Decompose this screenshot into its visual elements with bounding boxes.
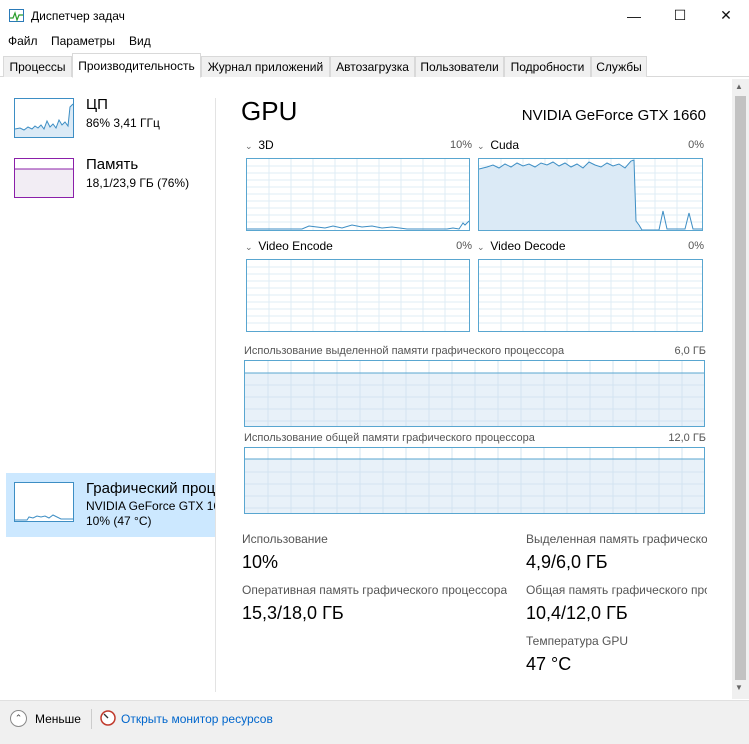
engine-cuda-dropdown[interactable]: ⌄ Cuda xyxy=(477,138,519,152)
engine-decode-dropdown[interactable]: ⌄ Video Decode xyxy=(477,239,566,253)
close-icon: ✕ xyxy=(720,7,732,23)
dedicated-memory-graph xyxy=(244,360,705,427)
graph-grid xyxy=(247,260,469,331)
dedicated-memory-max: 6,0 ГБ xyxy=(674,345,706,357)
scroll-thumb[interactable] xyxy=(735,96,746,680)
gpu-memory-label: Оперативная память графического процессо… xyxy=(242,583,508,597)
menu-file[interactable]: Файл xyxy=(8,34,38,48)
menu-view[interactable]: Вид xyxy=(129,34,151,48)
open-resource-monitor-link[interactable]: Открыть монитор ресурсов xyxy=(121,712,273,726)
gpu-sidebar-title: Графический процессор 0 xyxy=(86,480,215,497)
sidebar-divider xyxy=(215,98,216,692)
engine-3d-label: 3D xyxy=(258,138,274,152)
shared-memory-graph xyxy=(244,447,705,514)
gpu-sidebar-model: NVIDIA GeForce GTX 1660 xyxy=(86,499,215,513)
tab-details[interactable]: Подробности xyxy=(504,56,591,77)
scroll-up-icon[interactable]: ▲ xyxy=(735,82,743,91)
tab-performance[interactable]: Производительность xyxy=(72,53,201,78)
close-button[interactable]: ✕ xyxy=(703,0,749,31)
chevron-down-icon: ⌄ xyxy=(245,242,253,252)
memory-subtitle: 18,1/23,9 ГБ (76%) xyxy=(86,176,190,190)
usage-label: Использование xyxy=(242,532,328,546)
engine-cuda-label: Cuda xyxy=(490,138,520,152)
engine-cuda-graph xyxy=(478,158,703,231)
sidebar-item-cpu[interactable]: ЦП 86% 3,41 ГГц xyxy=(6,92,215,154)
engine-encode-dropdown[interactable]: ⌄ Video Encode xyxy=(245,239,333,253)
dedicated-label: Выделенная память графического процессор… xyxy=(526,532,707,546)
dedicated-value: 4,9/6,0 ГБ xyxy=(526,552,608,572)
resource-monitor-icon xyxy=(100,710,116,726)
shared-label: Общая память графического процессора xyxy=(526,583,707,597)
shared-memory-max: 12,0 ГБ xyxy=(668,432,706,444)
engine-decode-graph xyxy=(478,259,703,332)
shared-memory-label: Использование общей памяти графического … xyxy=(244,432,535,444)
maximize-icon: ☐ xyxy=(673,7,687,23)
temperature-label: Температура GPU xyxy=(526,634,629,648)
page-title: GPU xyxy=(241,96,298,126)
chevron-up-icon[interactable]: ⌃ xyxy=(10,710,27,727)
cpu-title: ЦП xyxy=(86,96,108,113)
task-manager-icon xyxy=(9,9,24,22)
scroll-down-icon[interactable]: ▼ xyxy=(735,683,743,692)
engine-encode-percent: 0% xyxy=(456,240,472,252)
graph-grid xyxy=(479,260,702,331)
engine-cuda-percent: 0% xyxy=(688,139,704,151)
gpu-memory-value: 15,3/18,0 ГБ xyxy=(242,603,344,623)
cpu-mini-graph xyxy=(14,98,74,138)
memory-mini-graph xyxy=(14,158,74,198)
memory-title: Память xyxy=(86,156,139,173)
tab-services[interactable]: Службы xyxy=(591,56,647,77)
usage-value: 10% xyxy=(242,552,279,572)
engine-encode-graph xyxy=(246,259,470,332)
cpu-subtitle: 86% 3,41 ГГц xyxy=(86,116,160,130)
chevron-down-icon: ⌄ xyxy=(477,242,485,252)
tab-startup[interactable]: Автозагрузка xyxy=(330,56,415,77)
shared-value: 10,4/12,0 ГБ xyxy=(526,603,628,623)
menu-options[interactable]: Параметры xyxy=(51,34,115,48)
tab-app-history[interactable]: Журнал приложений xyxy=(201,56,330,77)
gpu-model-name: NVIDIA GeForce GTX 1660 xyxy=(521,107,706,124)
minimize-button[interactable]: — xyxy=(611,0,657,31)
chevron-down-icon: ⌄ xyxy=(245,141,253,151)
footer-divider xyxy=(91,709,92,729)
dedicated-memory-label: Использование выделенной памяти графичес… xyxy=(244,345,565,357)
graph-grid xyxy=(479,159,702,230)
tab-users[interactable]: Пользователи xyxy=(415,56,504,77)
memory-graph-fill xyxy=(245,448,704,513)
engine-3d-percent: 10% xyxy=(449,139,472,151)
sidebar-item-gpu[interactable]: Графический процессор 0 NVIDIA GeForce G… xyxy=(6,473,215,537)
engine-decode-label: Video Decode xyxy=(490,239,566,253)
sidebar-item-memory[interactable]: Память 18,1/23,9 ГБ (76%) xyxy=(6,152,215,214)
temperature-value: 47 °C xyxy=(526,654,572,674)
gpu-mini-graph xyxy=(14,482,74,522)
engine-3d-graph xyxy=(246,158,470,231)
graph-grid xyxy=(247,159,469,230)
fewer-details-button[interactable]: Меньше xyxy=(35,712,81,726)
engine-encode-label: Video Encode xyxy=(258,239,333,253)
window-title: Диспетчер задач xyxy=(31,9,125,23)
engine-decode-percent: 0% xyxy=(688,240,704,252)
minimize-icon: — xyxy=(627,7,641,24)
maximize-button[interactable]: ☐ xyxy=(657,0,703,31)
memory-graph-fill xyxy=(245,361,704,426)
tab-processes[interactable]: Процессы xyxy=(3,56,72,77)
chevron-down-icon: ⌄ xyxy=(477,141,485,151)
engine-3d-dropdown[interactable]: ⌄ 3D xyxy=(245,138,274,152)
gpu-sidebar-detail: 10% (47 °C) xyxy=(86,514,152,528)
